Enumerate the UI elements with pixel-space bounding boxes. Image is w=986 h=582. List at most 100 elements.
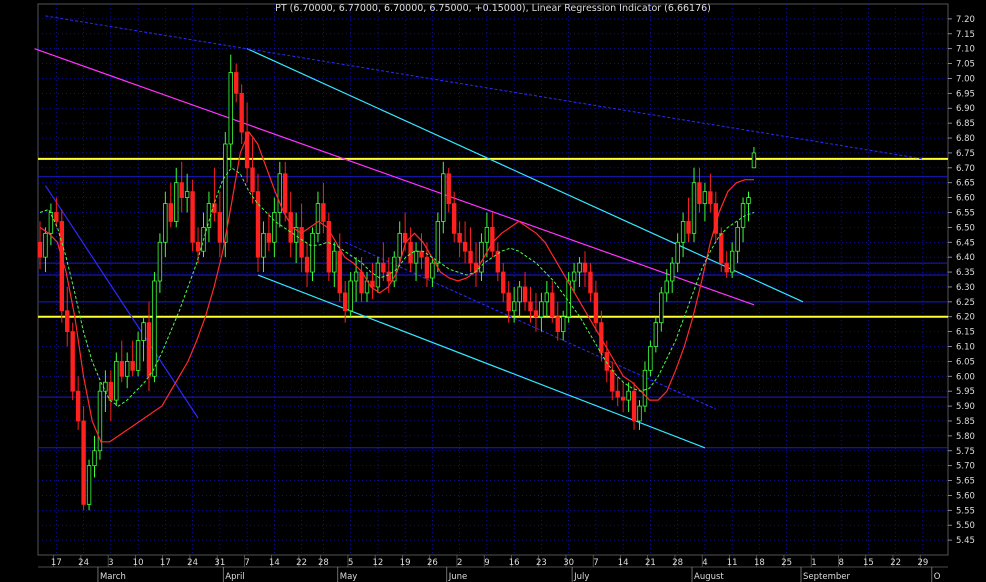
x-day-label: 24 — [187, 558, 198, 568]
x-month-label: March — [100, 572, 126, 582]
candle-down — [490, 226, 495, 252]
candle-down — [593, 292, 599, 324]
candle-down — [555, 316, 560, 333]
candle-up — [566, 280, 571, 318]
candle-up — [125, 361, 130, 377]
candle-down — [462, 241, 468, 252]
x-day-label: 3 — [108, 558, 113, 568]
candle-up — [675, 241, 680, 264]
candle-down — [620, 396, 626, 401]
x-day-label: 19 — [400, 558, 411, 568]
y-tick-label: 7.05 — [956, 60, 975, 70]
y-tick-label: 6.15 — [956, 328, 975, 338]
candle-up — [539, 301, 544, 318]
y-tick-label: 6.30 — [956, 283, 975, 293]
y-tick-label: 6.85 — [956, 119, 975, 129]
candle-up — [441, 173, 446, 222]
candle-up — [92, 450, 97, 467]
x-month-label: July — [573, 572, 589, 582]
x-day-label: 8 — [838, 558, 843, 568]
candle-down — [495, 250, 500, 273]
price-chart: 5.45 5.50 5.55 5.60 5.65 5.70 5.75 5.80 5.85 5.90… — [0, 0, 986, 582]
y-tick-label: 6.05 — [956, 357, 975, 367]
y-tick-label: 7.15 — [956, 30, 975, 40]
x-month-label: April — [225, 572, 244, 582]
candle-up — [413, 250, 419, 264]
x-day-label: 11 — [727, 558, 738, 568]
y-tick-label: 5.85 — [956, 417, 975, 427]
x-day-label: 15 — [863, 558, 874, 568]
candle-down — [724, 262, 729, 273]
y-tick-label: 5.50 — [956, 521, 975, 531]
candle-down — [610, 369, 615, 392]
candle-up — [664, 280, 669, 294]
candle-down — [501, 271, 506, 294]
candle-down — [212, 203, 217, 213]
x-day-label: 10 — [133, 558, 144, 568]
x-day-label: 26 — [427, 558, 438, 568]
candle-up — [642, 369, 648, 407]
candle-up — [746, 197, 751, 204]
y-tick-label: 6.40 — [956, 253, 975, 263]
candle-up — [511, 301, 517, 312]
x-day-label: 5 — [348, 558, 353, 568]
candle-down — [168, 203, 173, 222]
candle-up — [114, 361, 119, 401]
candle-up — [648, 346, 653, 371]
candle-up — [157, 241, 163, 282]
candle-up — [435, 221, 441, 264]
y-tick-label: 5.80 — [956, 432, 975, 442]
candle-down — [708, 191, 713, 204]
x-day-label: 7 — [244, 558, 249, 568]
candle-down — [342, 292, 348, 312]
candle-down — [522, 286, 528, 303]
candle-up — [680, 221, 686, 243]
candle-down — [615, 390, 620, 398]
candle-down — [386, 271, 391, 282]
candle-up — [735, 226, 740, 252]
candle-up — [430, 262, 435, 279]
y-tick-label: 6.90 — [956, 104, 975, 114]
x-day-label: 30 — [563, 558, 574, 568]
candle-down — [75, 390, 81, 422]
candle-up — [86, 465, 92, 505]
y-tick-label: 5.75 — [956, 447, 975, 457]
candle-down — [451, 203, 457, 234]
candle-up — [174, 182, 179, 222]
candle-down — [54, 212, 59, 222]
x-day-label: 1 — [811, 558, 816, 568]
candle-down — [370, 280, 375, 288]
candle-down — [146, 322, 152, 377]
candle-up — [141, 322, 146, 341]
y-tick-label: 6.20 — [956, 313, 975, 323]
candle-up — [348, 280, 353, 312]
candle-down — [719, 232, 724, 264]
x-day-label: 4 — [702, 558, 707, 568]
x-day-label: 9 — [484, 558, 489, 568]
x-month-label: August — [694, 572, 724, 582]
chart-background — [0, 0, 986, 582]
candle-up — [702, 191, 708, 204]
candle-down — [304, 256, 310, 273]
candle-down — [119, 361, 124, 377]
candle-down — [588, 271, 593, 294]
candle-down — [468, 250, 473, 264]
x-day-label: 16 — [509, 558, 520, 568]
candle-up — [577, 262, 582, 273]
y-tick-label: 6.45 — [956, 238, 975, 248]
candle-down — [179, 182, 184, 198]
candle-up — [315, 203, 321, 234]
chart-title: PT (6.70000, 6.77000, 6.70000, 6.75000, … — [275, 3, 711, 14]
candle-up — [310, 232, 315, 273]
y-tick-label: 5.90 — [956, 402, 975, 412]
x-day-label: 25 — [781, 558, 792, 568]
candle-down — [631, 390, 637, 422]
x-month-label: May — [340, 572, 358, 582]
y-tick-label: 6.65 — [956, 179, 975, 189]
y-tick-label: 5.45 — [956, 536, 975, 546]
candle-up — [659, 292, 664, 324]
y-tick-label: 6.35 — [956, 268, 975, 278]
x-day-label: 23 — [536, 558, 547, 568]
x-day-label: 14 — [618, 558, 629, 568]
candle-up — [152, 280, 157, 377]
